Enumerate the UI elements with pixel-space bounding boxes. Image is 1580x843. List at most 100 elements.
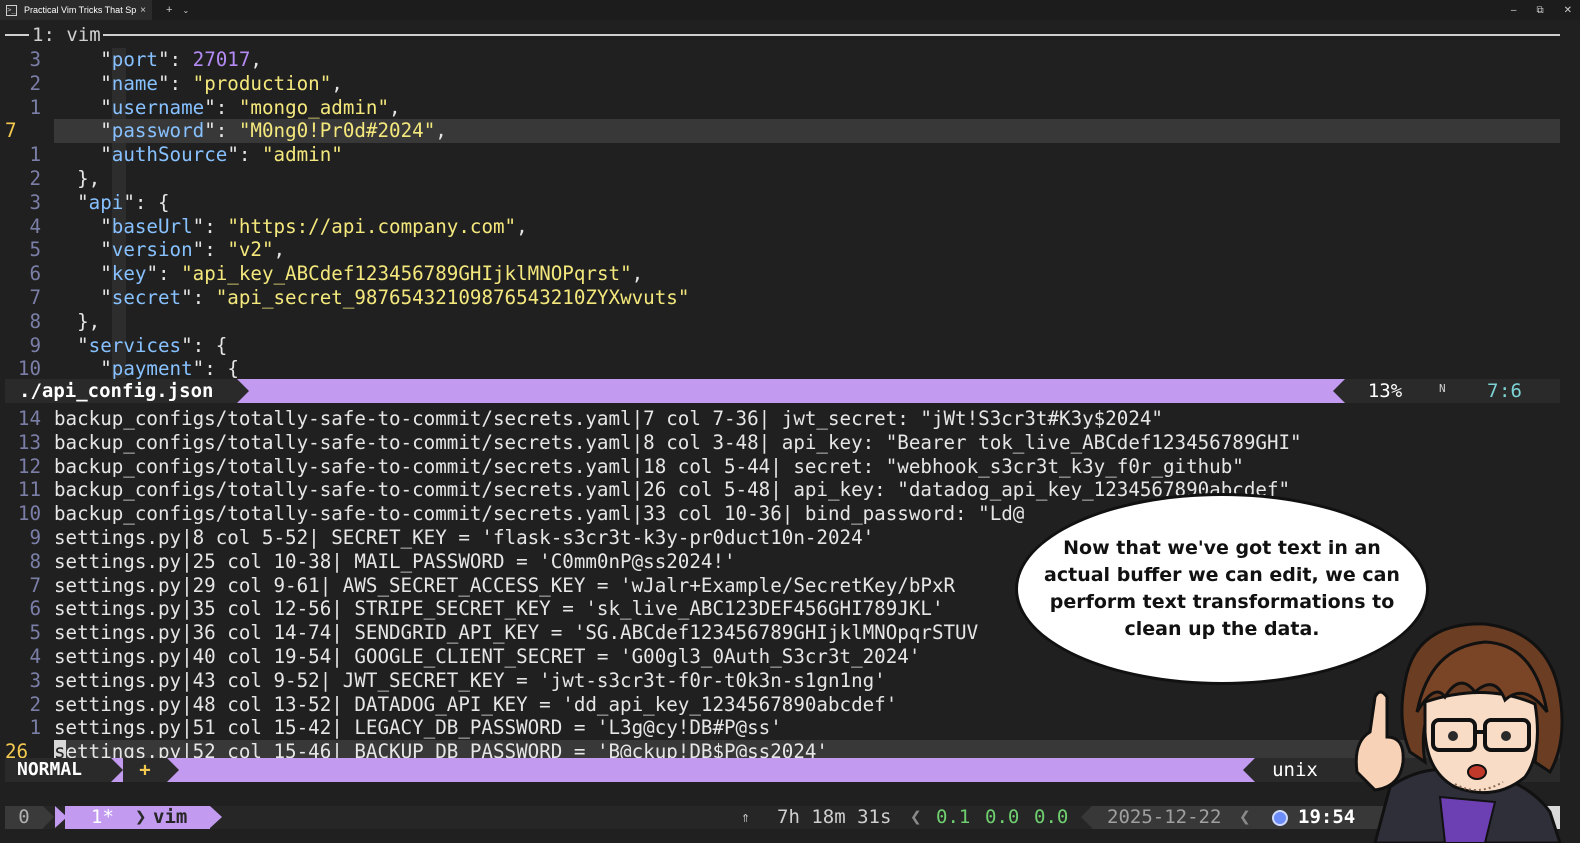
quickfix-entry[interactable]: 14 backup_configs/totally-safe-to-commit/… — [5, 407, 1560, 431]
json-key: api — [88, 190, 124, 214]
json-key: secret — [111, 285, 182, 309]
quickfix-text: settings.py|40 col 19-54| GOOGLE_CLIENT_… — [54, 644, 921, 668]
json-key: password — [111, 119, 205, 143]
punctuation: " — [100, 262, 112, 286]
buffer-line[interactable]: 10 "payment": { — [5, 357, 1560, 381]
json-key: username — [111, 95, 205, 119]
line-number: 14 — [17, 407, 41, 430]
line-content: "secret": "api_secret_987654321098765432… — [54, 286, 689, 310]
quickfix-entry[interactable]: 11 backup_configs/totally-safe-to-commit/… — [5, 478, 1560, 502]
buffer-line[interactable]: 4 "baseUrl": "https://api.company.com", — [5, 215, 1560, 239]
json-key: authSource — [111, 143, 228, 167]
terminal-tab[interactable]: >_ Practical Vim Tricks That Spee × — [0, 0, 152, 20]
statusline-separator — [1243, 758, 1255, 782]
json-value: "v2" — [227, 238, 274, 262]
buffer-line[interactable]: 3 "port": 27017, — [5, 48, 1560, 72]
json-value: { — [157, 190, 170, 214]
minimize-icon[interactable]: – — [1511, 5, 1517, 16]
quickfix-text: backup_configs/totally-safe-to-commit/se… — [54, 430, 1302, 454]
quickfix-text: settings.py|51 col 15-42| LEGACY_DB_PASS… — [54, 716, 782, 740]
tmux-separator — [55, 806, 67, 828]
quickfix-text: settings.py|48 col 13-52| DATADOG_API_KE… — [54, 692, 898, 716]
terminal-icon: >_ — [6, 4, 17, 16]
punctuation: ": — [227, 143, 262, 167]
tmux-separator — [43, 806, 54, 828]
quickfix-text: settings.py|29 col 9-61| AWS_SECRET_ACCE… — [54, 573, 956, 597]
load-1m: 0.1 — [936, 806, 971, 828]
uptime-icon: ⇑ — [741, 808, 751, 826]
tab-close-icon[interactable]: × — [140, 5, 146, 16]
line-number: 12 — [17, 454, 41, 478]
tmux-session: 0 — [5, 806, 43, 829]
json-key: key — [111, 262, 147, 286]
line-content: "username": "mongo_admin", — [54, 95, 401, 120]
tab-dropdown-icon[interactable]: ⌄ — [182, 6, 189, 15]
line-number: 13 — [17, 430, 41, 454]
buffer-line[interactable]: 7 "secret": "api_secret_9876543210987654… — [5, 286, 1560, 310]
punctuation: }, — [77, 166, 101, 190]
quickfix-entry[interactable]: 12 backup_configs/totally-safe-to-commit/… — [5, 455, 1560, 479]
window-titlebar: >_ Practical Vim Tricks That Spee × + ⌄ … — [0, 0, 1580, 20]
punctuation: , — [631, 262, 644, 286]
punctuation: ": — [204, 119, 239, 143]
buffer-line[interactable]: 7 "password": "M0ng0!Pr0d#2024", — [5, 119, 1560, 144]
punctuation: " — [100, 357, 112, 381]
tab-title: Practical Vim Tricks That Spee — [24, 5, 137, 15]
line-number: 4 — [29, 644, 41, 668]
json-value: "admin" — [261, 143, 343, 167]
json-value: "https://api.company.com" — [227, 214, 517, 238]
pane-border-right — [102, 34, 1560, 36]
punctuation: , — [389, 95, 401, 119]
restore-icon[interactable]: ⧉ — [1536, 5, 1543, 16]
buffer-line[interactable]: 8 }, — [5, 310, 1560, 334]
line-number: 1 — [29, 143, 41, 167]
editor-buffer[interactable]: 3 "port": 27017, 2 "name": "production", 1… — [5, 48, 1560, 381]
pane-border-left — [5, 34, 29, 36]
line-number: 2 — [29, 166, 41, 190]
json-value: { — [215, 333, 228, 357]
buffer-line[interactable]: 2 }, — [5, 167, 1560, 191]
buffer-line[interactable]: 9 "services": { — [5, 334, 1560, 358]
punctuation: ": — [146, 262, 182, 286]
json-key: services — [88, 333, 182, 357]
tmux-statusbar: 0 1* ❯ vim ⇑ 7h 18m 31s ❮ 0.1 0.0 0.0 20… — [5, 806, 1560, 829]
line-number: 4 — [29, 214, 41, 238]
line-content: "version": "v2", — [54, 238, 285, 262]
json-value: "api_key_ABCdef123456789GHIjklMNOPqrst" — [181, 262, 632, 286]
buffer-line[interactable]: 6 "key": "api_key_ABCdef123456789GHIjklM… — [5, 262, 1560, 286]
tmux-separator: ❮ — [1239, 806, 1251, 828]
json-value: { — [227, 357, 239, 381]
quickfix-entry[interactable]: 3 settings.py|43 col 9-52| JWT_SECRET_KEY… — [5, 669, 1560, 693]
line-number: 3 — [29, 190, 41, 214]
line-number: 9 — [29, 525, 41, 549]
buffer-line[interactable]: 1 "authSource": "admin" — [5, 143, 1560, 167]
line-content: "services": { — [54, 334, 227, 358]
buffer-line[interactable]: 3 "api": { — [5, 191, 1560, 215]
punctuation: , — [516, 214, 528, 238]
json-key: name — [111, 71, 158, 95]
date: 2025-12-22 — [1107, 806, 1222, 828]
tmux-current-window[interactable]: 1* ❯ vim — [65, 806, 210, 829]
close-window-icon[interactable]: ✕ — [1564, 5, 1572, 16]
date-segment: 2025-12-22 ❮ — [1092, 806, 1262, 829]
buffer-line[interactable]: 5 "version": "v2", — [5, 238, 1560, 262]
quickfix-entry[interactable]: 1 settings.py|51 col 15-42| LEGACY_DB_PAS… — [5, 716, 1560, 740]
quickfix-entry[interactable]: 2 settings.py|48 col 13-52| DATADOG_API_K… — [5, 693, 1560, 717]
line-number: 10 — [17, 502, 41, 526]
line-number: 3 — [29, 48, 41, 71]
quickfix-text: backup_configs/totally-safe-to-commit/se… — [54, 407, 1163, 430]
line-number: 8 — [29, 549, 41, 573]
buffer-line[interactable]: 2 "name": "production", — [5, 72, 1560, 96]
buffer-line[interactable]: 1 "username": "mongo_admin", — [5, 96, 1560, 120]
quickfix-entry[interactable]: 13 backup_configs/totally-safe-to-commit/… — [5, 431, 1560, 455]
new-tab-button[interactable]: + — [166, 4, 172, 16]
line-content: "password": "M0ng0!Pr0d#2024", — [54, 119, 447, 143]
punctuation: , — [250, 48, 262, 71]
line-content: "name": "production", — [54, 72, 343, 96]
line-number: 7 — [29, 285, 41, 309]
tmux-separator — [210, 806, 222, 828]
line-number: 1 — [29, 95, 41, 119]
statusline-filename: ./api_config.json — [5, 379, 237, 403]
punctuation: ": — [192, 357, 228, 381]
statusline-separator — [167, 758, 179, 782]
